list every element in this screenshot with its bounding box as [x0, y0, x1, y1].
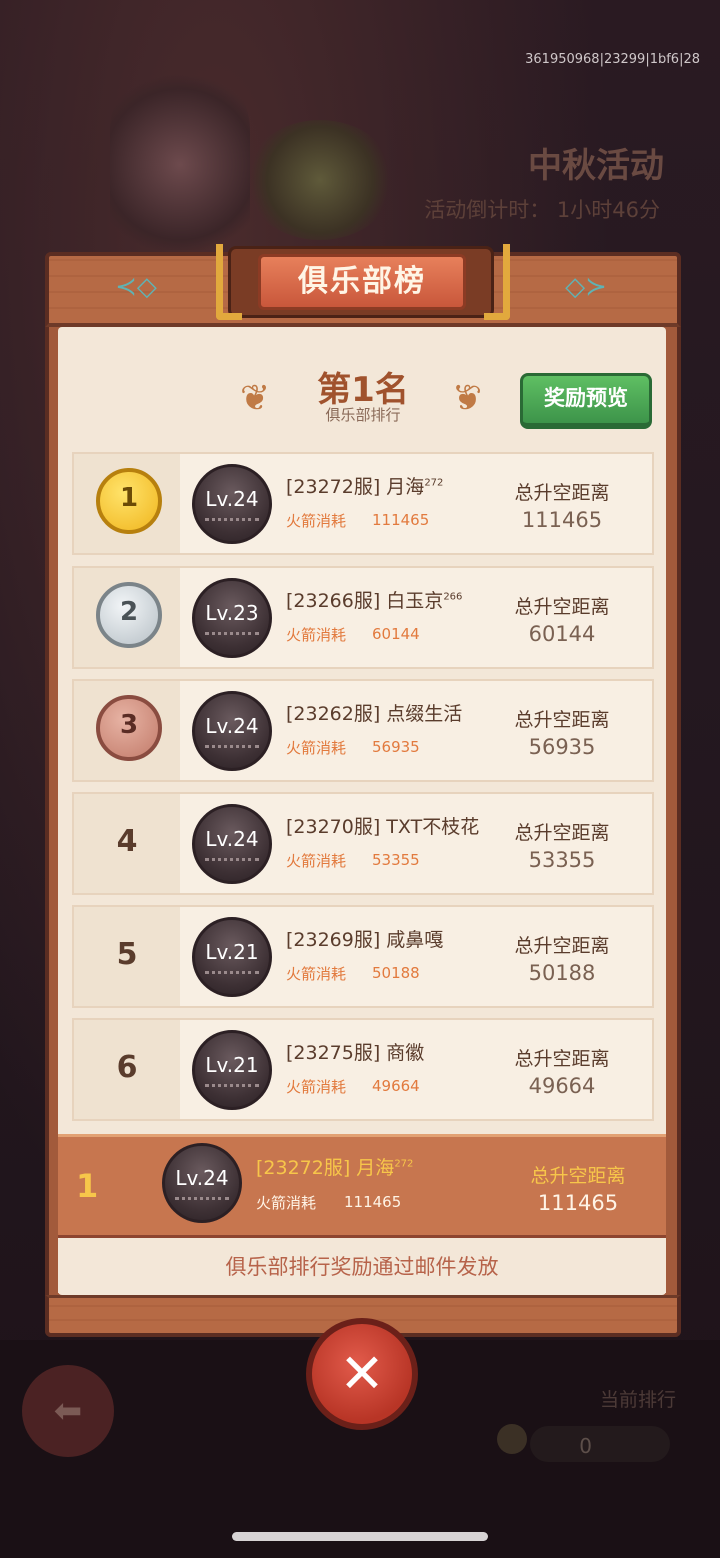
- avatar: Lv.21: [192, 1030, 272, 1110]
- title-bracket-right: [484, 244, 510, 320]
- close-icon: ✕: [339, 1342, 385, 1405]
- panel-title: 俱乐部榜: [258, 254, 466, 310]
- reward-mail-note: 俱乐部排行奖励通过邮件发放: [58, 1241, 666, 1293]
- total-distance-value: 111465: [521, 508, 603, 532]
- total-distance-label: 总升空距离: [514, 709, 610, 731]
- player-name: [23272服] 月海272: [286, 476, 444, 498]
- avatar: Lv.21: [192, 917, 272, 997]
- rocket-consumption-value: 49664: [372, 1077, 420, 1095]
- rank-number: 4: [116, 824, 138, 859]
- player-name: [23270服] TXT不枝花: [286, 816, 480, 838]
- player-name: [23266服] 白玉京266: [286, 590, 463, 612]
- reward-preview-button[interactable]: 奖励预览: [520, 373, 652, 429]
- rocket-count: 0: [579, 1434, 592, 1458]
- player-name: [23275服] 商徽: [286, 1042, 425, 1064]
- level-badge: Lv.23: [205, 601, 259, 625]
- current-rank-label: 当前排行: [599, 1389, 676, 1411]
- title-bracket-left: [216, 244, 242, 320]
- rocket-consumption-value: 50188: [372, 964, 420, 982]
- level-badge: Lv.24: [175, 1166, 229, 1190]
- total-distance-label: 总升空距离: [514, 935, 610, 957]
- list-item[interactable]: 2 Lv.23 [23266服] 白玉京266 火箭消耗 60144 总升空距离…: [72, 566, 654, 669]
- rocket-consumption-label: 火箭消耗: [286, 852, 347, 870]
- rocket-consumption-value: 56935: [372, 738, 420, 756]
- rocket-consumption-label: 火箭消耗: [286, 965, 347, 983]
- event-title: 中秋活动: [528, 146, 664, 186]
- rank-number: 6: [116, 1050, 138, 1085]
- rocket-consumption-label: 火箭消耗: [286, 739, 347, 757]
- level-badge: Lv.21: [205, 1053, 259, 1077]
- avatar: Lv.24: [192, 804, 272, 884]
- total-distance-label: 总升空距离: [514, 1048, 610, 1070]
- total-distance-value: 60144: [528, 622, 596, 646]
- character-mascot: [245, 120, 395, 240]
- avatar: Lv.24: [192, 691, 272, 771]
- player-name: [23262服] 点缀生活: [286, 703, 463, 725]
- total-distance-label: 总升空距离: [530, 1165, 626, 1187]
- character-princess: [110, 60, 250, 250]
- level-badge: Lv.24: [205, 714, 259, 738]
- player-name: [23272服] 月海272: [256, 1157, 414, 1179]
- rocket-consumption-value: 53355: [372, 851, 420, 869]
- rocket-icon: [497, 1424, 527, 1454]
- avatar: Lv.23: [192, 578, 272, 658]
- rank-number: 5: [116, 937, 138, 972]
- gold-medal-icon: 1: [96, 468, 162, 534]
- rocket-counter-bar: [530, 1426, 670, 1462]
- bronze-medal-icon: 3: [96, 695, 162, 761]
- my-rank-number: 1: [76, 1167, 99, 1205]
- level-badge: Lv.24: [205, 827, 259, 851]
- list-item[interactable]: 4 Lv.24 [23270服] TXT不枝花 火箭消耗 53355 总升空距离…: [72, 792, 654, 895]
- total-distance-label: 总升空距离: [514, 596, 610, 618]
- fish-icon: ◇≻: [565, 272, 607, 302]
- debug-id: 361950968|23299|1bf6|28: [525, 52, 700, 67]
- home-indicator[interactable]: [232, 1532, 488, 1541]
- avatar: Lv.24: [162, 1143, 242, 1223]
- close-button[interactable]: ✕: [306, 1318, 418, 1430]
- silver-medal-icon: 2: [96, 582, 162, 648]
- player-name: [23269服] 咸鼻嘎: [286, 929, 444, 951]
- level-badge: Lv.21: [205, 940, 259, 964]
- rocket-consumption-value: 111465: [344, 1193, 402, 1211]
- rocket-consumption-value: 60144: [372, 625, 420, 643]
- my-rank-subtitle: 俱乐部排行: [325, 406, 401, 424]
- list-item[interactable]: 1 Lv.24 [23272服] 月海272 火箭消耗 111465 总升空距离…: [72, 452, 654, 555]
- list-item[interactable]: 6 Lv.21 [23275服] 商徽 火箭消耗 49664 总升空距离 496…: [72, 1018, 654, 1121]
- rocket-consumption-label: 火箭消耗: [286, 512, 347, 530]
- rocket-consumption-label: 火箭消耗: [256, 1194, 317, 1212]
- total-distance-value: 53355: [528, 848, 596, 872]
- rocket-consumption-label: 火箭消耗: [286, 626, 347, 644]
- back-arrow-icon: ⬅: [53, 1391, 83, 1431]
- laurel-icon: ❦: [240, 378, 271, 419]
- list-item[interactable]: 3 Lv.24 [23262服] 点缀生活 火箭消耗 56935 总升空距离 5…: [72, 679, 654, 782]
- total-distance-value: 49664: [528, 1074, 596, 1098]
- rocket-consumption-label: 火箭消耗: [286, 1078, 347, 1096]
- event-countdown: 活动倒计时： 1小时46分: [424, 198, 660, 222]
- list-item[interactable]: 5 Lv.21 [23269服] 咸鼻嘎 火箭消耗 50188 总升空距离 50…: [72, 905, 654, 1008]
- avatar: Lv.24: [192, 464, 272, 544]
- fish-icon: ≺◇: [115, 272, 157, 302]
- total-distance-value: 56935: [528, 735, 596, 759]
- my-club-row[interactable]: 1 Lv.24 [23272服] 月海272 火箭消耗 111465 总升空距离…: [58, 1134, 666, 1238]
- total-distance-label: 总升空距离: [514, 822, 610, 844]
- laurel-icon: ❦: [452, 378, 483, 419]
- total-distance-value: 50188: [528, 961, 596, 985]
- rocket-consumption-value: 111465: [372, 511, 430, 529]
- back-button: ⬅: [22, 1365, 114, 1457]
- total-distance-label: 总升空距离: [514, 482, 610, 504]
- total-distance-value: 111465: [537, 1191, 619, 1215]
- level-badge: Lv.24: [205, 487, 259, 511]
